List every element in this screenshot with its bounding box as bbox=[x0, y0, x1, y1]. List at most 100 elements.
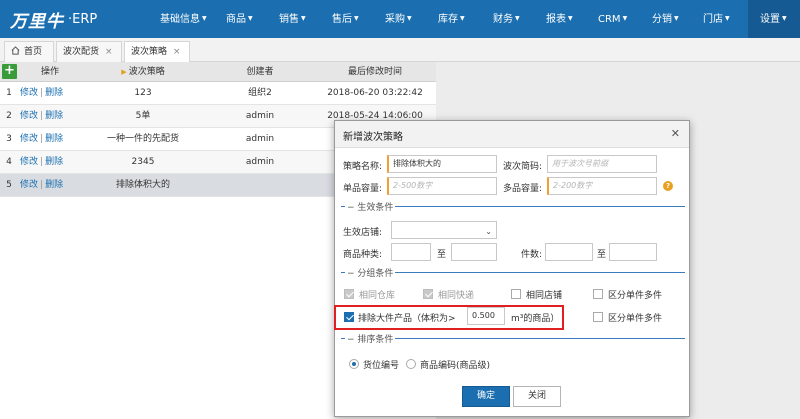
edit-link[interactable]: 修改 bbox=[20, 157, 38, 167]
nav-item-purchase[interactable]: 采购 ▼ bbox=[385, 0, 412, 38]
edit-link[interactable]: 修改 bbox=[20, 111, 38, 121]
edit-link[interactable]: 修改 bbox=[20, 88, 38, 98]
close-icon[interactable]: × bbox=[105, 47, 113, 57]
single-capacity-label: 单品容量: bbox=[343, 184, 383, 194]
nav-item-crm[interactable]: CRM ▼ bbox=[598, 0, 627, 38]
chevron-down-icon: ▼ bbox=[407, 15, 412, 22]
chevron-down-icon: ▼ bbox=[515, 15, 520, 22]
nav-item-after-sales[interactable]: 售后 ▼ bbox=[332, 0, 359, 38]
nav-item-reports[interactable]: 报表 ▼ bbox=[546, 0, 573, 38]
cell-time: 2018-06-20 03:22:42 bbox=[327, 88, 423, 98]
tab-wave-picking[interactable]: 波次配货 × bbox=[56, 41, 122, 62]
delete-link[interactable]: 删除 bbox=[45, 88, 63, 98]
sort-location-label: 货位编号 bbox=[363, 361, 400, 371]
nav-item-basic-info[interactable]: 基础信息 ▼ bbox=[160, 0, 207, 38]
section-title: − 生效条件 bbox=[345, 200, 396, 213]
table-row[interactable]: 1 修改 | 删除 123 组织2 2018-06-20 03:22:42 bbox=[0, 82, 436, 105]
same-store-checkbox[interactable] bbox=[511, 289, 521, 299]
effective-store-label: 生效店铺: bbox=[343, 228, 383, 238]
edit-link[interactable]: 修改 bbox=[20, 134, 38, 144]
cell-name: 5单 bbox=[135, 111, 151, 121]
same-warehouse-checkbox[interactable] bbox=[344, 289, 354, 299]
help-icon[interactable]: ? bbox=[663, 181, 673, 191]
nav-item-finance[interactable]: 财务 ▼ bbox=[493, 0, 520, 38]
highlight-annotation bbox=[334, 305, 564, 330]
wave-code-input[interactable]: 用于波次号前缀 bbox=[547, 155, 657, 173]
cell-creator bbox=[206, 174, 314, 197]
cell-name: 一种一件的先配货 bbox=[106, 134, 179, 144]
delete-link[interactable]: 删除 bbox=[45, 134, 63, 144]
dialog-titlebar[interactable]: 新增波次策略 ✕ bbox=[335, 121, 689, 148]
row-index: 2 bbox=[6, 111, 12, 121]
section-group-conditions: − 分组条件 bbox=[341, 266, 685, 279]
chevron-down-icon: ⌄ bbox=[485, 227, 492, 236]
pieces-label: 件数: bbox=[521, 250, 543, 260]
nav-item-products[interactable]: 商品 ▼ bbox=[226, 0, 253, 38]
product-kinds-max-input[interactable] bbox=[451, 243, 497, 261]
row-index: 1 bbox=[6, 88, 12, 98]
delete-link[interactable]: 删除 bbox=[45, 111, 63, 121]
pieces-max-input[interactable] bbox=[609, 243, 657, 261]
add-wave-strategy-dialog: 新增波次策略 ✕ 策略名称: 排除体积大的 波次简码: 用于波次号前缀 单品容量… bbox=[334, 120, 690, 417]
distinguish-single-multi-checkbox[interactable] bbox=[593, 289, 603, 299]
single-capacity-input[interactable]: 2-500数字 bbox=[387, 177, 497, 195]
tab-wave-strategy[interactable]: 波次策略 × bbox=[124, 41, 190, 63]
chevron-down-icon: ▼ bbox=[460, 15, 465, 22]
logo-mark: 万里牛 bbox=[10, 11, 64, 32]
nav-item-sales[interactable]: 销售 ▼ bbox=[279, 0, 306, 38]
pieces-min-input[interactable] bbox=[545, 243, 593, 261]
add-button[interactable]: + bbox=[2, 64, 17, 79]
sort-product-code-label: 商品编码(商品级) bbox=[420, 361, 491, 371]
section-title: − 分组条件 bbox=[345, 266, 396, 279]
strategy-name-label: 策略名称: bbox=[343, 162, 383, 172]
delete-link[interactable]: 删除 bbox=[45, 157, 63, 167]
close-button[interactable]: 关闭 bbox=[513, 386, 561, 407]
multi-capacity-input[interactable]: 2-200数字 bbox=[547, 177, 657, 195]
same-store-label: 相同店铺 bbox=[526, 291, 563, 301]
chevron-down-icon: ▼ bbox=[622, 15, 628, 22]
nav-item-settings[interactable]: 设置 ▼ bbox=[748, 0, 800, 38]
effective-store-select[interactable]: ⌄ bbox=[391, 221, 497, 239]
strategy-name-input[interactable]: 排除体积大的 bbox=[387, 155, 497, 173]
logo[interactable]: 万里牛 ·ERP bbox=[10, 8, 98, 32]
row-index: 5 bbox=[6, 180, 12, 190]
distinguish-single-multi-checkbox-2[interactable] bbox=[593, 312, 603, 322]
logo-text: ·ERP bbox=[68, 11, 98, 27]
nav-item-stores[interactable]: 门店 ▼ bbox=[703, 0, 730, 38]
cell-creator: admin bbox=[245, 157, 275, 167]
same-express-label: 相同快递 bbox=[438, 291, 475, 301]
section-effect-conditions: − 生效条件 bbox=[341, 200, 685, 213]
top-nav: 万里牛 ·ERP 基础信息 ▼ 商品 ▼ 销售 ▼ 售后 ▼ 采购 ▼ 库存 ▼ 财务 ▼ 报… bbox=[0, 0, 800, 38]
nav-item-distribution[interactable]: 分销 ▼ bbox=[652, 0, 679, 38]
sort-location-radio[interactable] bbox=[349, 359, 359, 369]
row-actions: 修改 | 删除 bbox=[20, 134, 64, 144]
row-actions: 修改 | 删除 bbox=[20, 111, 64, 121]
cell-name: 排除体积大的 bbox=[115, 180, 170, 190]
cell-creator: 组织2 bbox=[248, 88, 272, 98]
col-header-name[interactable]: ▶ 波次策略 bbox=[80, 62, 206, 82]
confirm-button[interactable]: 确定 bbox=[462, 386, 510, 407]
edit-link[interactable]: 修改 bbox=[20, 180, 38, 190]
delete-link[interactable]: 删除 bbox=[45, 180, 63, 190]
sort-product-code-radio[interactable] bbox=[406, 359, 416, 369]
home-icon bbox=[11, 43, 20, 55]
to-label: 至 bbox=[437, 250, 447, 260]
distinguish-single-multi-label: 区分单件多件 bbox=[608, 291, 663, 301]
row-index: 3 bbox=[6, 134, 12, 144]
chevron-down-icon: ▼ bbox=[354, 15, 359, 22]
section-sort-conditions: − 排序条件 bbox=[341, 332, 685, 345]
same-express-checkbox[interactable] bbox=[423, 289, 433, 299]
col-header-creator: 创建者 bbox=[246, 67, 274, 77]
cell-name: 2345 bbox=[131, 157, 155, 167]
row-actions: 修改 | 删除 bbox=[20, 180, 64, 190]
to-label: 至 bbox=[597, 250, 607, 260]
close-icon[interactable]: ✕ bbox=[671, 127, 680, 140]
close-icon[interactable]: × bbox=[173, 47, 181, 57]
chevron-down-icon: ▼ bbox=[568, 15, 573, 22]
row-actions: 修改 | 删除 bbox=[20, 88, 64, 98]
nav-item-inventory[interactable]: 库存 ▼ bbox=[438, 0, 465, 38]
tab-home[interactable]: 首页 bbox=[4, 41, 54, 62]
distinguish-single-multi-label-2: 区分单件多件 bbox=[608, 314, 663, 324]
chevron-down-icon: ▼ bbox=[301, 15, 306, 22]
product-kinds-min-input[interactable] bbox=[391, 243, 431, 261]
